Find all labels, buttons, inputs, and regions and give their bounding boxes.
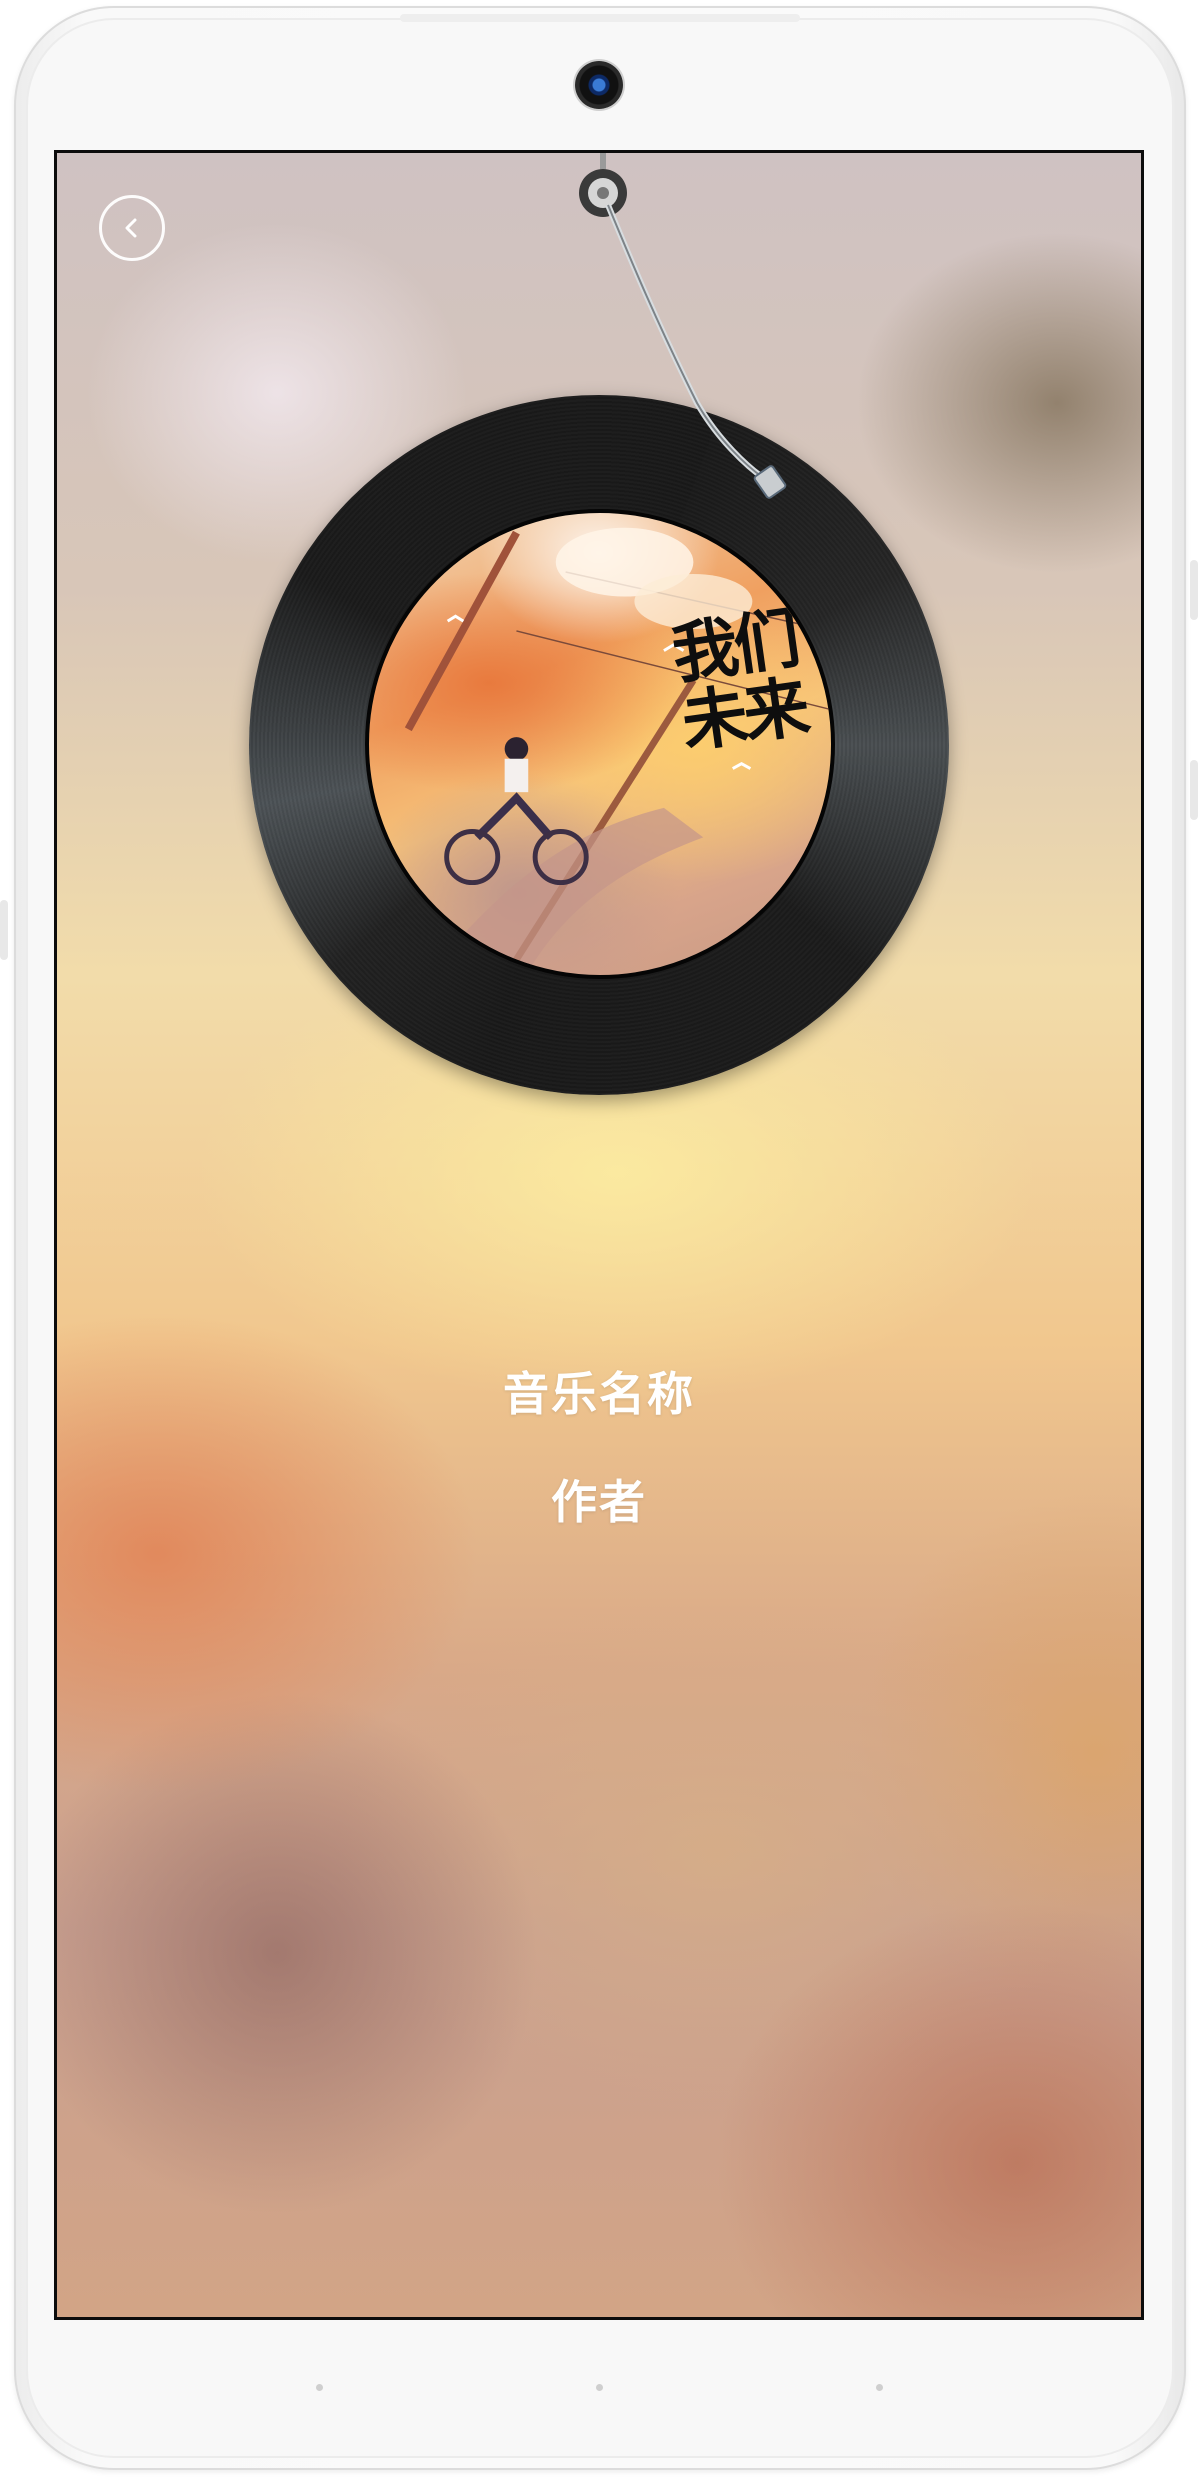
album-cover: 我们未来 [365,509,835,979]
side-button [1190,760,1198,820]
earpiece-slot [400,14,800,22]
music-player-screen: 我们未来 音乐名称 作者 [54,150,1144,2320]
back-button[interactable] [99,195,165,261]
album-cover-lettering: 我们未来 [667,598,811,763]
nav-dot [596,2384,603,2391]
chevron-left-icon [125,218,137,238]
song-artist: 作者 [551,1475,647,1529]
front-camera [575,61,623,109]
vinyl-record[interactable]: 我们未来 [249,395,949,1095]
side-button [1190,560,1198,620]
song-title: 音乐名称 [503,1367,695,1421]
device-frame: 我们未来 音乐名称 作者 [0,0,1200,2477]
nav-dot [316,2384,323,2391]
nav-dot [876,2384,883,2391]
side-button [0,900,8,960]
